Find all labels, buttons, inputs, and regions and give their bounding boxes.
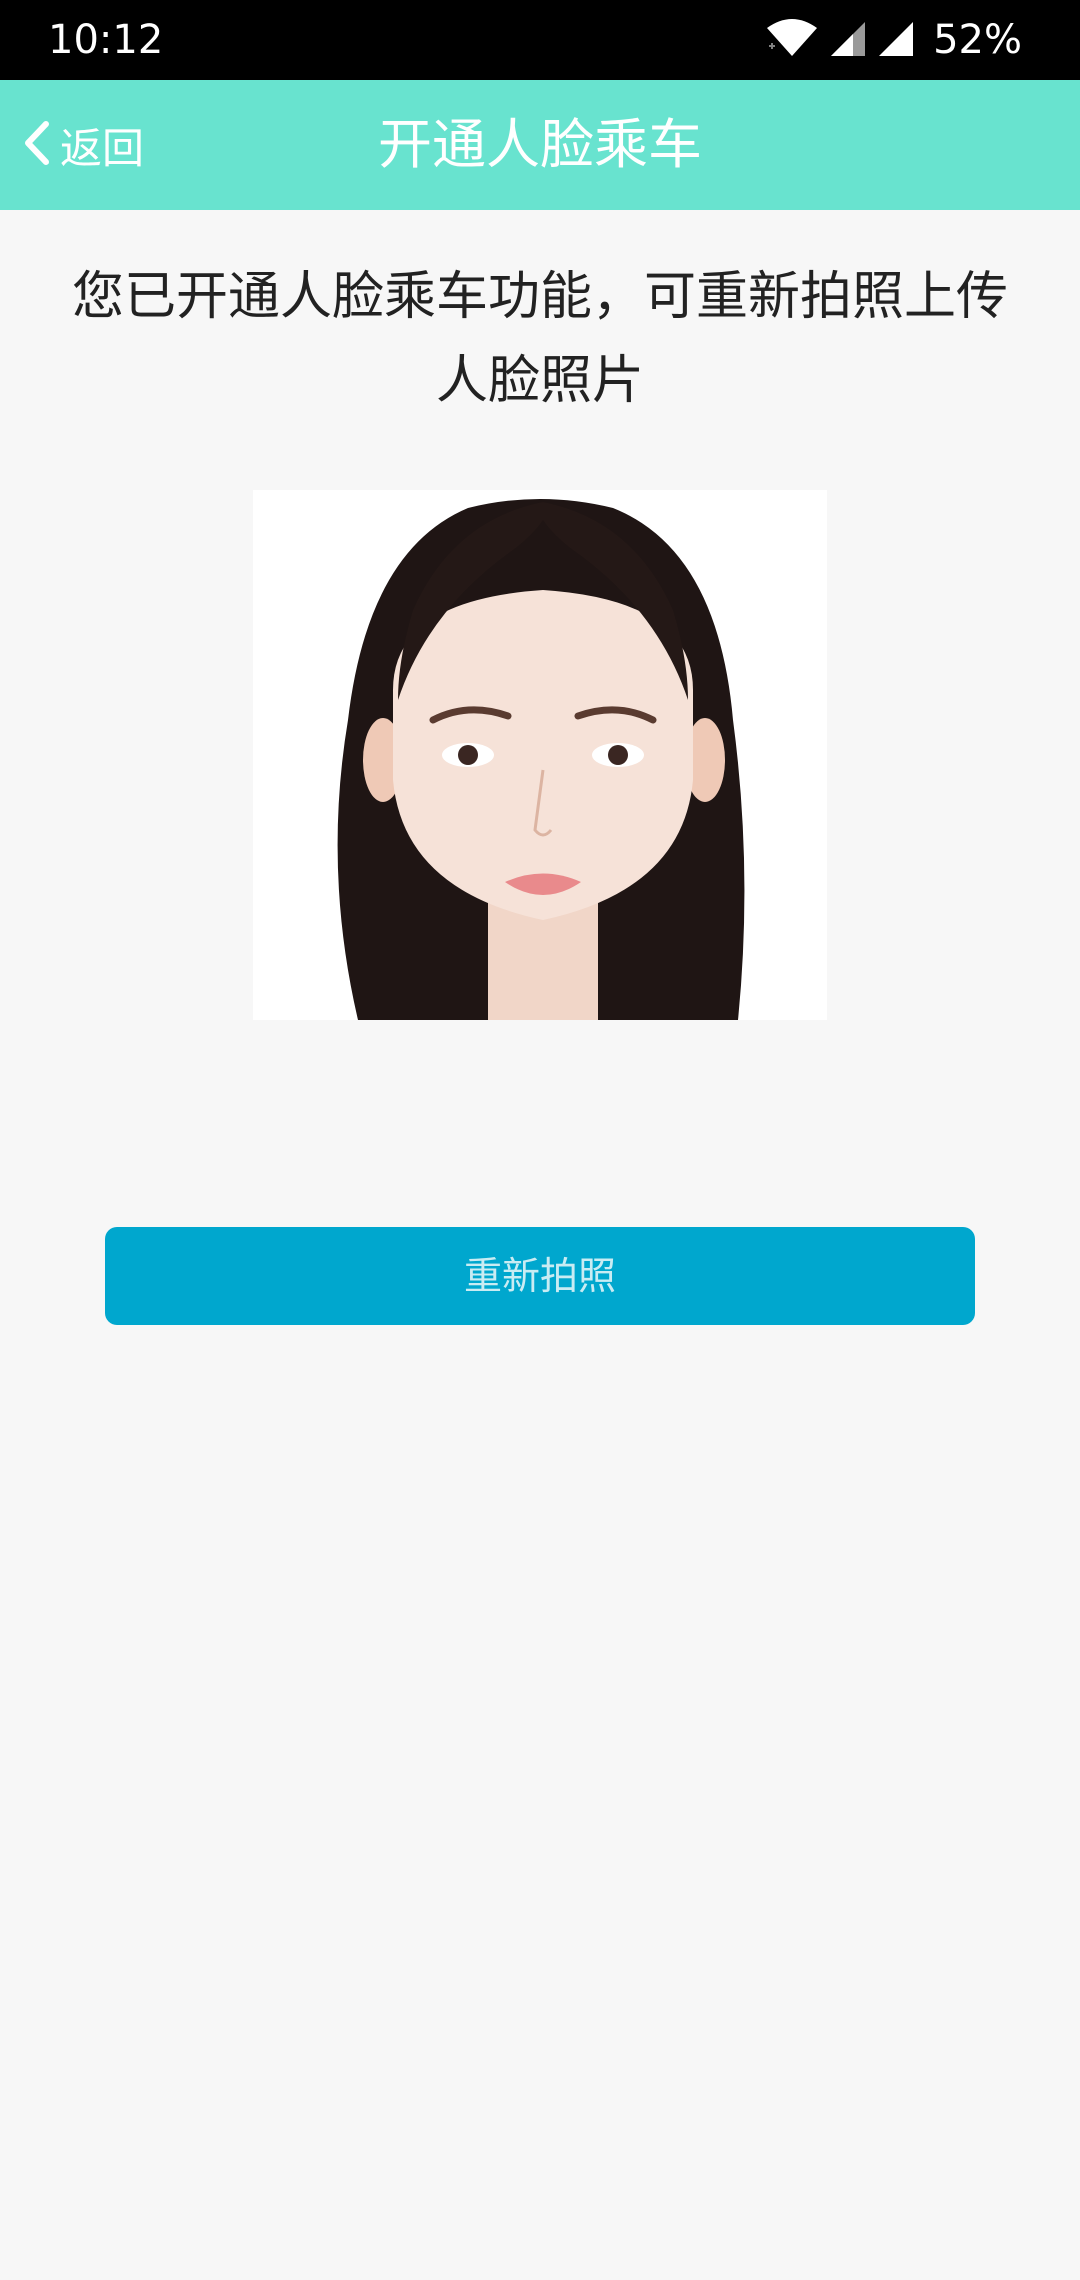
signal-icon bbox=[877, 18, 915, 62]
app-bar: 开通人脸乘车 返回 bbox=[0, 80, 1080, 210]
status-bar: 10:12 52% bbox=[0, 0, 1080, 80]
status-time: 10:12 bbox=[48, 17, 164, 63]
chevron-left-icon bbox=[20, 118, 54, 172]
back-button[interactable]: 返回 bbox=[20, 102, 144, 188]
status-icons: 52% bbox=[765, 14, 1022, 66]
page-title: 开通人脸乘车 bbox=[378, 113, 702, 176]
battery-percentage: 52% bbox=[933, 17, 1022, 63]
retake-photo-button[interactable]: 重新拍照 bbox=[105, 1227, 975, 1325]
wifi-icon bbox=[765, 18, 819, 62]
screen: 10:12 52% 开通人脸乘车 返回 您已开通人脸乘车功能，可重新拍照上传人脸… bbox=[0, 0, 1080, 2280]
face-photo bbox=[253, 490, 827, 1020]
signal-icon bbox=[829, 18, 867, 62]
status-message: 您已开通人脸乘车功能，可重新拍照上传人脸照片 bbox=[71, 267, 1008, 411]
back-label: 返回 bbox=[60, 123, 145, 173]
